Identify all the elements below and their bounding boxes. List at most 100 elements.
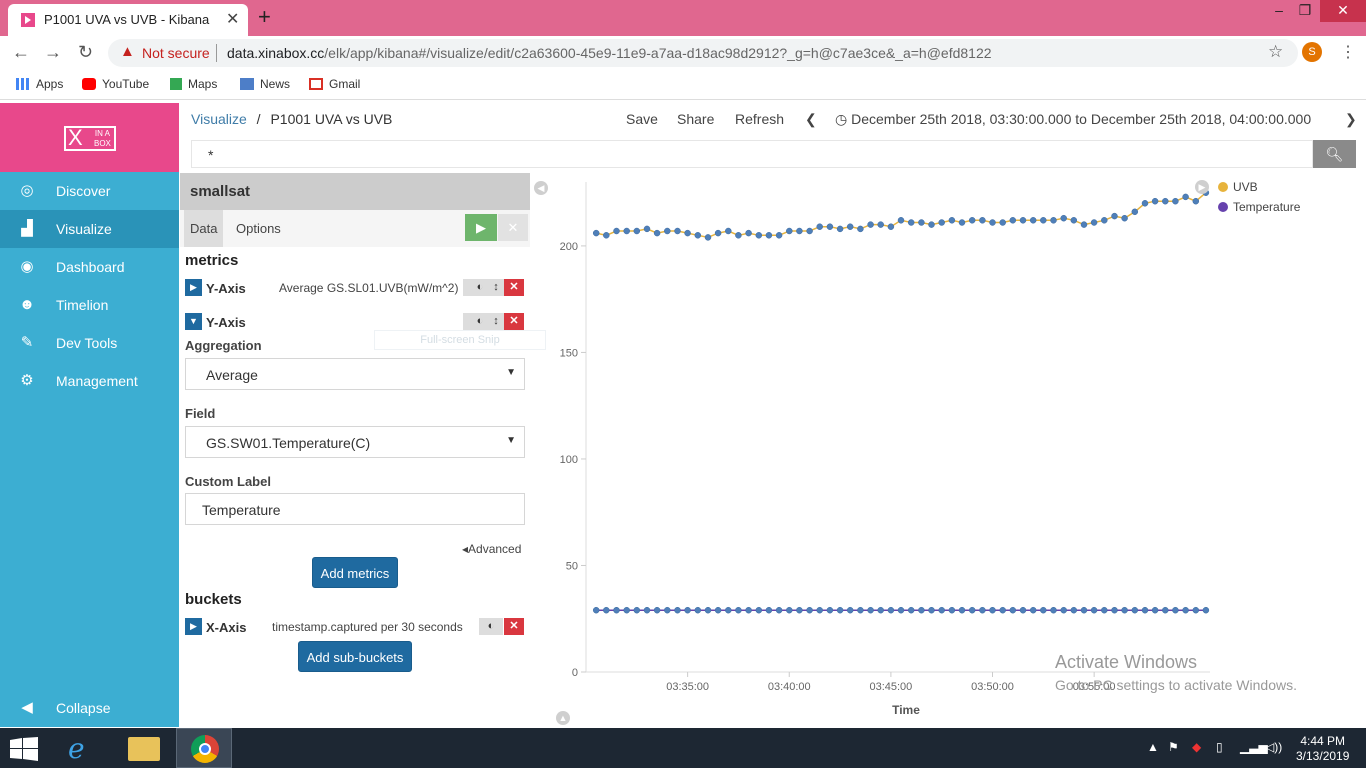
add-metrics-button[interactable]: Add metrics — [312, 557, 398, 588]
nav-discover[interactable]: ◎ Discover — [0, 172, 179, 210]
metric-row-uvb[interactable]: ▶ Y-Axis Average GS.SL01.UVB(mW/m^2) ◐ ↕… — [185, 279, 525, 299]
omnibox[interactable]: ▲ Not secure data.xinabox.cc/elk/app/kib… — [108, 39, 1298, 67]
window-close-icon[interactable]: ✕ — [1320, 0, 1366, 22]
drag-handle-icon[interactable]: ↕ — [488, 279, 504, 296]
bookmark-star-icon[interactable]: ☆ — [1268, 42, 1283, 62]
x-tick-label: 03:40:00 — [768, 681, 811, 693]
advanced-toggle[interactable]: ◂Advanced — [462, 542, 521, 556]
show-hidden-icons[interactable]: ▲ — [1147, 740, 1159, 754]
new-tab-icon[interactable]: + — [258, 4, 271, 30]
custom-label-label: Custom Label — [185, 474, 271, 489]
time-next-icon[interactable]: ❯ — [1345, 111, 1357, 128]
bookmarks-bar: Apps YouTube Maps News Gmail — [0, 70, 1366, 100]
browser-tab[interactable]: P1001 UVA vs UVB - Kibana ✕ — [8, 4, 248, 36]
query-input[interactable]: * — [191, 140, 1313, 168]
remove-metric-icon[interactable]: ✕ — [504, 279, 524, 296]
share-button[interactable]: Share — [677, 111, 714, 127]
nav-dashboard[interactable]: ◉ Dashboard — [0, 248, 179, 286]
nav-visualize[interactable]: ▟ Visualize — [0, 210, 179, 248]
save-button[interactable]: Save — [626, 111, 658, 127]
custom-label-input[interactable]: Temperature — [185, 493, 525, 525]
bookmark-gmail[interactable]: Gmail — [309, 77, 360, 91]
time-picker[interactable]: ◷ December 25th 2018, 03:30:00.000 to De… — [835, 111, 1311, 128]
discard-changes-button[interactable]: ✕ — [498, 214, 528, 241]
bookmark-youtube[interactable]: YouTube — [82, 77, 149, 91]
data-point-temperature — [1131, 606, 1139, 614]
url-text[interactable]: data.xinabox.cc/elk/app/kibana#/visualiz… — [227, 45, 992, 61]
back-icon[interactable]: ← — [12, 42, 30, 63]
data-point-temperature — [877, 606, 884, 614]
data-point-temperature — [999, 606, 1006, 614]
taskbar-explorer[interactable] — [116, 728, 172, 768]
taskbar-ie[interactable]: e — [56, 728, 112, 768]
action-center-flag-icon[interactable]: ⚑ — [1168, 740, 1179, 754]
data-point-uvb — [1060, 214, 1067, 222]
activate-windows-title: Activate Windows — [1055, 652, 1198, 672]
legend-item-temperature[interactable]: Temperature — [1218, 200, 1300, 214]
data-point-uvb — [1029, 217, 1037, 224]
data-point-uvb — [796, 227, 803, 235]
taskbar-clock[interactable]: 4:44 PM 3/13/2019 — [1296, 734, 1349, 764]
not-secure-label[interactable]: Not secure — [142, 45, 210, 61]
chevron-down-icon[interactable]: ▼ — [185, 313, 202, 330]
legend-toggle-icon[interactable]: ▶ — [1195, 180, 1209, 194]
data-point-temperature — [775, 606, 783, 614]
data-point-uvb — [613, 227, 620, 235]
drag-handle-icon[interactable]: ↕ — [488, 313, 504, 330]
bookmark-news[interactable]: News — [240, 77, 290, 91]
search-button[interactable]: 🔍︎ — [1313, 140, 1356, 168]
tab-close-icon[interactable]: ✕ — [226, 9, 239, 29]
tab-options[interactable]: Options — [230, 210, 287, 247]
maps-icon — [170, 78, 182, 90]
nav-timelion[interactable]: ☻ Timelion — [0, 286, 179, 324]
data-point-temperature — [968, 606, 976, 614]
data-point-uvb — [836, 225, 844, 233]
nav-dev-tools[interactable]: ✎ Dev Tools — [0, 324, 179, 362]
data-point-temperature — [928, 606, 935, 614]
toggle-icon[interactable]: ◐ — [479, 618, 503, 635]
time-prev-icon[interactable]: ❮ — [805, 111, 817, 128]
chevron-right-icon[interactable]: ▶ — [185, 279, 202, 296]
minimize-icon[interactable]: – — [1268, 0, 1290, 22]
news-icon — [240, 78, 254, 90]
bookmark-label: YouTube — [102, 77, 150, 91]
reload-icon[interactable]: ↻ — [78, 42, 93, 63]
data-point-temperature — [1060, 606, 1067, 614]
data-point-temperature — [857, 606, 864, 614]
bucket-row-x-axis[interactable]: ▶ X-Axis timestamp.captured per 30 secon… — [185, 618, 525, 638]
remove-bucket-icon[interactable]: ✕ — [504, 618, 524, 635]
tab-data[interactable]: Data — [184, 210, 224, 247]
forward-icon[interactable]: → — [44, 42, 62, 63]
taskbar-chrome[interactable] — [176, 728, 232, 768]
data-point-uvb — [643, 225, 651, 233]
refresh-button[interactable]: Refresh — [735, 111, 784, 127]
legend-dot-uvb — [1218, 182, 1228, 192]
volume-icon[interactable]: ◁)) — [1265, 740, 1282, 754]
breadcrumb-visualize-link[interactable]: Visualize — [191, 111, 247, 127]
apply-changes-button[interactable]: ▶ — [465, 214, 497, 241]
restore-icon[interactable]: ❐ — [1294, 0, 1316, 22]
bookmark-apps[interactable]: Apps — [16, 77, 63, 91]
xinabox-logo[interactable]: X IN A BOX — [0, 103, 179, 172]
security-app-icon[interactable]: ◆ — [1192, 740, 1201, 754]
chevron-right-icon[interactable]: ▶ — [185, 618, 202, 635]
legend-item-uvb[interactable]: UVB — [1218, 180, 1258, 194]
windows-start-icon[interactable] — [10, 737, 38, 761]
browser-menu-icon[interactable]: ⋮ — [1340, 42, 1356, 62]
search-icon: 🔍︎ — [1325, 146, 1344, 162]
nav-collapse[interactable]: ◀ Collapse — [0, 689, 179, 727]
nav-management[interactable]: ⚙ Management — [0, 362, 179, 400]
tab-title: P1001 UVA vs UVB - Kibana — [44, 12, 210, 27]
aggregation-select[interactable]: Average ▼ — [185, 358, 525, 390]
remove-metric-icon[interactable]: ✕ — [504, 313, 524, 330]
add-sub-buckets-button[interactable]: Add sub-buckets — [298, 641, 412, 672]
data-point-temperature — [643, 606, 651, 614]
field-select[interactable]: GS.SW01.Temperature(C) ▼ — [185, 426, 525, 458]
data-point-uvb — [928, 221, 935, 228]
network-signal-icon[interactable]: ▁▃▅ — [1240, 740, 1268, 754]
data-point-temperature — [725, 606, 732, 614]
breadcrumb-separator: / — [256, 111, 261, 127]
bookmark-maps[interactable]: Maps — [170, 77, 217, 91]
device-icon[interactable]: ▯ — [1216, 740, 1223, 754]
profile-avatar[interactable]: S — [1302, 42, 1322, 62]
